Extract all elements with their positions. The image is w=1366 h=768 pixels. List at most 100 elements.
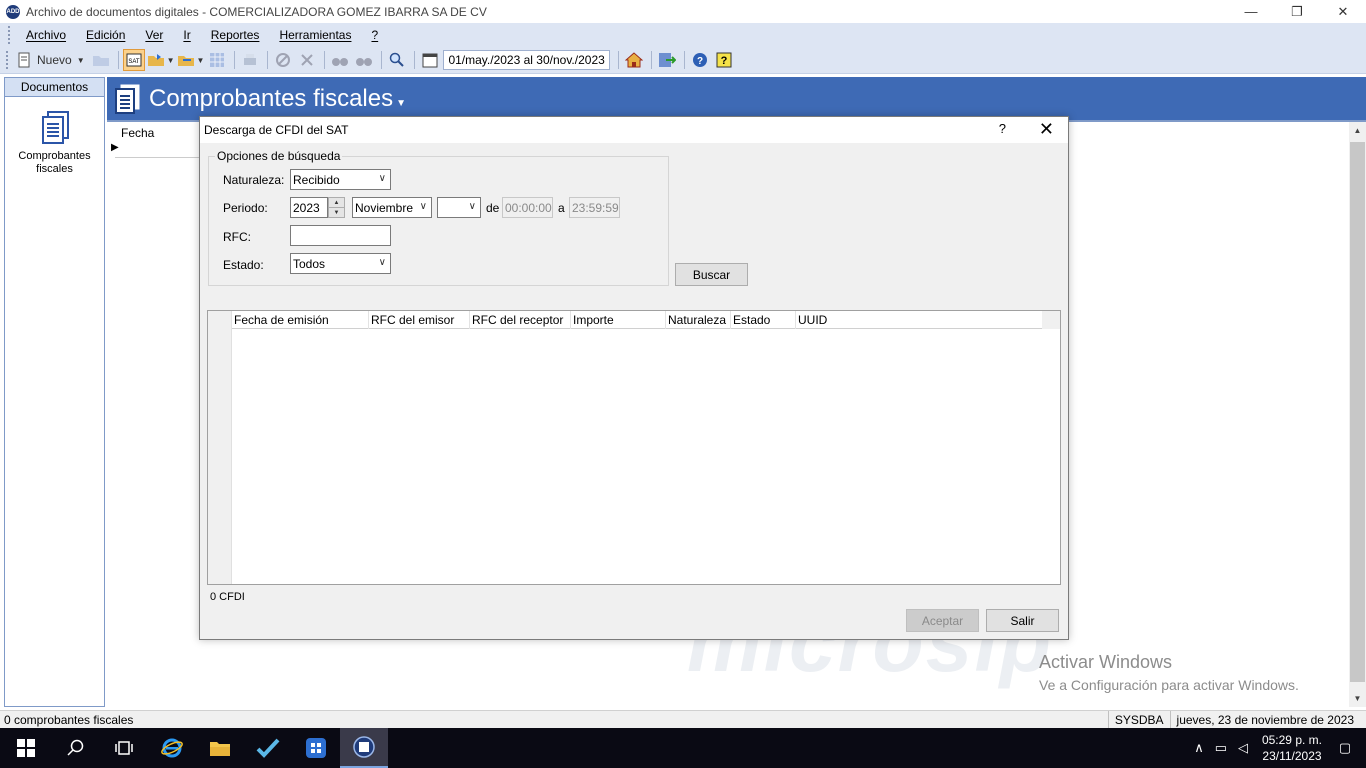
network-icon[interactable]: ▭: [1210, 740, 1232, 756]
exit-button[interactable]: [656, 49, 678, 71]
column-rfc-emisor[interactable]: RFC del emisor: [369, 311, 470, 329]
import-button[interactable]: ▼: [177, 49, 204, 71]
menu-ir[interactable]: Ir: [183, 28, 190, 42]
new-button-label: Nuevo: [37, 53, 72, 67]
title-dropdown-icon[interactable]: ▼: [396, 98, 406, 109]
column-importe[interactable]: Importe: [571, 311, 666, 329]
menu-archivo[interactable]: Archivo: [26, 28, 66, 42]
menu-help[interactable]: ?: [371, 28, 378, 42]
print-button[interactable]: [239, 49, 261, 71]
documents-tab[interactable]: Documentos: [4, 77, 105, 97]
menu-edicion[interactable]: Edición: [86, 28, 125, 42]
sat-download-button[interactable]: SAT: [122, 49, 145, 71]
taskbar-app-check[interactable]: [244, 728, 292, 768]
taskbar-explorer[interactable]: [196, 728, 244, 768]
help-button[interactable]: ?: [689, 49, 711, 71]
home-button[interactable]: [623, 49, 645, 71]
periodo-day-select[interactable]: ∨: [437, 197, 481, 218]
file-explorer-icon: [210, 742, 230, 756]
svg-text:?: ?: [720, 55, 727, 67]
scroll-thumb[interactable]: [1350, 142, 1365, 682]
salir-button[interactable]: Salir: [986, 609, 1059, 632]
column-naturaleza[interactable]: Naturaleza: [666, 311, 731, 329]
time-from-field[interactable]: 00:00:00: [502, 197, 553, 218]
sidebar-item-comprobantes[interactable]: Comprobantes fiscales: [5, 111, 104, 176]
search-options-label: Opciones de búsqueda: [215, 149, 343, 163]
column-fecha-emision[interactable]: Fecha de emisión: [232, 311, 369, 329]
estado-label: Estado:: [223, 258, 264, 272]
menu-grip: [8, 26, 11, 44]
find-next-button[interactable]: [353, 49, 375, 71]
spin-down-icon[interactable]: ▼: [329, 207, 344, 217]
search-button[interactable]: [52, 728, 100, 768]
time-to-field[interactable]: 23:59:59: [569, 197, 620, 218]
vertical-scrollbar[interactable]: ▲ ▼: [1349, 122, 1366, 707]
new-button[interactable]: Nuevo ▼: [13, 49, 88, 71]
task-view-button[interactable]: [100, 728, 148, 768]
window-title: Archivo de documentos digitales - COMERC…: [26, 4, 487, 19]
context-help-icon: ?: [716, 52, 732, 68]
taskbar-clock[interactable]: 05:29 p. m. 23/11/2023: [1262, 732, 1322, 764]
estado-select[interactable]: Todos ∨: [290, 253, 391, 274]
tray-expand-icon[interactable]: ∧: [1188, 740, 1210, 756]
open-folder-button[interactable]: [90, 49, 112, 71]
delete-button[interactable]: [296, 49, 318, 71]
task-view-icon: [115, 741, 133, 755]
taskbar-app-add[interactable]: [340, 728, 388, 768]
grid-button[interactable]: [206, 49, 228, 71]
aceptar-button[interactable]: Aceptar: [906, 609, 979, 632]
cancel-document-button[interactable]: [272, 49, 294, 71]
new-dropdown-icon: ▼: [76, 55, 85, 65]
find-button[interactable]: [329, 49, 351, 71]
context-help-button[interactable]: ?: [713, 49, 735, 71]
dialog-help-button[interactable]: ?: [999, 121, 1006, 136]
periodo-month-select[interactable]: Noviembre ∨: [352, 197, 432, 218]
toolbar-separator: [117, 51, 119, 69]
dialog-close-button[interactable]: ✕: [1039, 119, 1054, 140]
activate-windows-subtitle: Ve a Configuración para activar Windows.: [1039, 677, 1299, 693]
menu-reportes[interactable]: Reportes: [211, 28, 260, 42]
taskbar-app-grid[interactable]: [292, 728, 340, 768]
export-button[interactable]: ▼: [147, 49, 175, 71]
magnifier-icon: [390, 52, 405, 67]
zoom-button[interactable]: [386, 49, 408, 71]
checkmark-app-icon: [256, 738, 280, 758]
clock-date: 23/11/2023: [1262, 749, 1322, 763]
toolbar-separator: [617, 51, 619, 69]
year-spinner[interactable]: ▲ ▼: [328, 197, 345, 218]
main-header: Comprobantes fiscales ▼: [107, 77, 1366, 120]
column-header-fecha[interactable]: Fecha: [121, 126, 154, 140]
scroll-down-icon[interactable]: ▼: [1349, 690, 1366, 707]
notifications-icon[interactable]: ▢: [1334, 740, 1356, 756]
print-icon: [244, 54, 257, 65]
volume-muted-icon[interactable]: ◁: [1232, 740, 1254, 756]
column-estado[interactable]: Estado: [731, 311, 796, 329]
toolbar-separator: [414, 51, 416, 69]
menu-ver[interactable]: Ver: [145, 28, 163, 42]
calendar-icon: [422, 53, 438, 68]
close-window-button[interactable]: ✕: [1320, 0, 1366, 23]
new-document-icon: [18, 52, 30, 68]
rfc-input[interactable]: [290, 225, 391, 246]
menu-herramientas[interactable]: Herramientas: [279, 28, 351, 42]
results-grid[interactable]: Fecha de emisión RFC del emisor RFC del …: [207, 310, 1061, 585]
start-button[interactable]: [0, 728, 52, 768]
toolbar-separator: [324, 51, 326, 69]
spin-up-icon[interactable]: ▲: [329, 198, 344, 207]
status-bar: 0 comprobantes fiscales SYSDBA jueves, 2…: [0, 710, 1366, 729]
taskbar-edge[interactable]: [148, 728, 196, 768]
column-rfc-receptor[interactable]: RFC del receptor: [470, 311, 571, 329]
app-icon: ADD: [6, 4, 20, 19]
toolbar-separator: [234, 51, 236, 69]
page-title[interactable]: Comprobantes fiscales: [149, 85, 393, 113]
minimize-button[interactable]: —: [1228, 0, 1274, 23]
date-range-field[interactable]: 01/may./2023 al 30/nov./2023: [443, 50, 610, 70]
a-label: a: [558, 201, 565, 215]
naturaleza-select[interactable]: Recibido ∨: [290, 169, 391, 190]
periodo-year-field[interactable]: 2023: [290, 197, 328, 218]
buscar-button[interactable]: Buscar: [675, 263, 748, 286]
column-uuid[interactable]: UUID: [796, 311, 1042, 329]
date-range-button[interactable]: [419, 49, 441, 71]
restore-button[interactable]: ❐: [1274, 0, 1320, 23]
scroll-up-icon[interactable]: ▲: [1349, 122, 1366, 139]
